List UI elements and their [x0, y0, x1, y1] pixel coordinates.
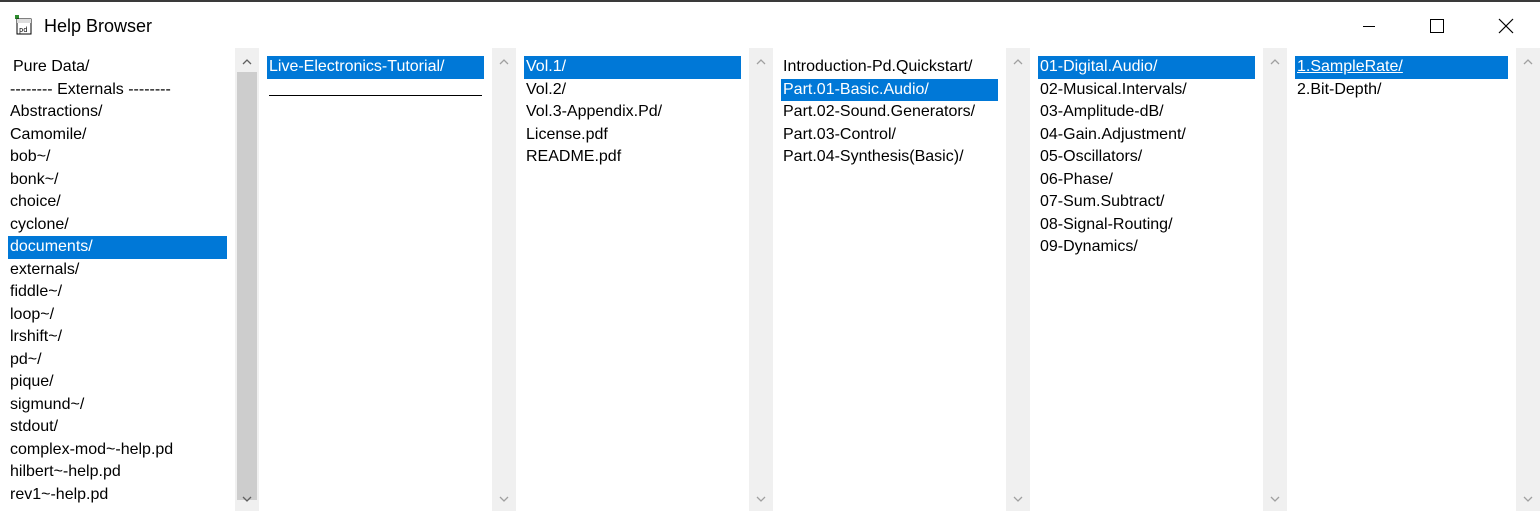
list-item[interactable]: stdout/: [8, 416, 227, 439]
list-item[interactable]: 08-Signal-Routing/: [1038, 214, 1255, 237]
browser-column-3[interactable]: Vol.1/ Vol.2/ Vol.3-Appendix.Pd/ License…: [516, 48, 773, 511]
list-item[interactable]: 03-Amplitude-dB/: [1038, 101, 1255, 124]
list-item[interactable]: Part.04-Synthesis(Basic)/: [781, 146, 998, 169]
list-item[interactable]: hilbert~-help.pd: [8, 461, 227, 484]
scroll-up-button[interactable]: [492, 48, 516, 74]
scroll-down-button[interactable]: [1516, 485, 1540, 511]
chevron-up-icon: [756, 52, 766, 70]
list-item[interactable]: bob~/: [8, 146, 227, 169]
list-item[interactable]: 02-Musical.Intervals/: [1038, 79, 1255, 102]
list-item[interactable]: License.pdf: [524, 124, 741, 147]
browser-column-1[interactable]: Pure Data/ -------- Externals -------- A…: [0, 48, 259, 511]
chevron-down-icon: [1013, 489, 1023, 507]
list-item[interactable]: Introduction-Pd.Quickstart/: [781, 56, 998, 79]
file-list[interactable]: Introduction-Pd.Quickstart/ Part.01-Basi…: [773, 48, 1006, 511]
list-item[interactable]: Part.03-Control/: [781, 124, 998, 147]
chevron-up-icon: [499, 52, 509, 70]
help-browser-window: pd Help Browser Pure Data/ -------- Exte…: [0, 0, 1540, 511]
list-item[interactable]: bonk~/: [8, 169, 227, 192]
list-item[interactable]: 2.Bit-Depth/: [1295, 79, 1508, 102]
vertical-scrollbar[interactable]: [235, 48, 259, 511]
maximize-button[interactable]: [1403, 4, 1471, 48]
title-bar[interactable]: pd Help Browser: [0, 2, 1540, 48]
vertical-scrollbar[interactable]: [1006, 48, 1030, 511]
list-item-selected[interactable]: Live-Electronics-Tutorial/: [267, 56, 484, 79]
list-item[interactable]: Vol.2/: [524, 79, 741, 102]
close-icon: [1498, 18, 1514, 34]
list-item-selected[interactable]: documents/: [8, 236, 227, 259]
list-item[interactable]: loop~/: [8, 304, 227, 327]
vertical-scrollbar[interactable]: [749, 48, 773, 511]
list-item[interactable]: complex-mod~-help.pd: [8, 439, 227, 462]
list-item[interactable]: Part.02-Sound.Generators/: [781, 101, 998, 124]
scroll-down-button[interactable]: [749, 485, 773, 511]
list-item-label: 1.SampleRate/: [1297, 58, 1403, 75]
scroll-up-button[interactable]: [235, 48, 259, 74]
chevron-down-icon: [499, 489, 509, 507]
scroll-down-button[interactable]: [1263, 485, 1287, 511]
list-item[interactable]: 06-Phase/: [1038, 169, 1255, 192]
svg-text:pd: pd: [19, 26, 27, 34]
list-item-selected[interactable]: Vol.1/: [524, 56, 741, 79]
list-item[interactable]: cyclone/: [8, 214, 227, 237]
list-item[interactable]: README.pdf: [524, 146, 741, 169]
list-item-selected[interactable]: 1.SampleRate/: [1295, 56, 1508, 79]
list-item[interactable]: 07-Sum.Subtract/: [1038, 191, 1255, 214]
window-title: Help Browser: [44, 16, 153, 36]
list-item[interactable]: 05-Oscillators/: [1038, 146, 1255, 169]
scroll-up-button[interactable]: [1263, 48, 1287, 74]
scroll-down-button[interactable]: [235, 485, 259, 511]
vertical-scrollbar[interactable]: [1263, 48, 1287, 511]
scroll-down-button[interactable]: [492, 485, 516, 511]
list-item[interactable]: fiddle~/: [8, 281, 227, 304]
file-list[interactable]: 1.SampleRate/ 2.Bit-Depth/: [1287, 48, 1516, 511]
list-item[interactable]: lrshift~/: [8, 326, 227, 349]
vertical-scrollbar[interactable]: [1516, 48, 1540, 511]
chevron-down-icon: [242, 489, 252, 507]
close-button[interactable]: [1472, 4, 1540, 48]
scrollbar-thumb[interactable]: [237, 72, 257, 500]
list-item[interactable]: pique/: [8, 371, 227, 394]
vertical-scrollbar[interactable]: [492, 48, 516, 511]
minimize-button[interactable]: [1335, 4, 1403, 48]
list-item[interactable]: sigmund~/: [8, 394, 227, 417]
browser-column-4[interactable]: Introduction-Pd.Quickstart/ Part.01-Basi…: [773, 48, 1030, 511]
file-list[interactable]: Pure Data/ -------- Externals -------- A…: [0, 48, 235, 511]
list-item[interactable]: Pure Data/: [8, 56, 227, 79]
chevron-down-icon: [1270, 489, 1280, 507]
list-item[interactable]: pd~/: [8, 349, 227, 372]
scroll-down-button[interactable]: [1006, 485, 1030, 511]
chevron-up-icon: [242, 52, 252, 70]
scroll-up-button[interactable]: [749, 48, 773, 74]
list-item-selected[interactable]: Part.01-Basic.Audio/: [781, 78, 998, 101]
file-list[interactable]: 01-Digital.Audio/ 02-Musical.Intervals/ …: [1030, 48, 1263, 511]
browser-column-5[interactable]: 01-Digital.Audio/ 02-Musical.Intervals/ …: [1030, 48, 1287, 511]
pd-app-icon: pd: [14, 14, 34, 36]
list-item[interactable]: externals/: [8, 259, 227, 282]
chevron-up-icon: [1013, 52, 1023, 70]
list-item[interactable]: Vol.3-Appendix.Pd/: [524, 101, 741, 124]
list-item[interactable]: 09-Dynamics/: [1038, 236, 1255, 259]
file-list[interactable]: Live-Electronics-Tutorial/: [259, 48, 492, 511]
chevron-down-icon: [756, 489, 766, 507]
list-item-selected[interactable]: 01-Digital.Audio/: [1038, 56, 1255, 79]
minimize-icon: [1362, 19, 1376, 33]
browser-column-6[interactable]: 1.SampleRate/ 2.Bit-Depth/: [1287, 48, 1540, 511]
chevron-down-icon: [1523, 489, 1533, 507]
file-list[interactable]: Vol.1/ Vol.2/ Vol.3-Appendix.Pd/ License…: [516, 48, 749, 511]
list-item[interactable]: rev1~-help.pd: [8, 484, 227, 507]
divider: [269, 95, 482, 96]
scroll-up-button[interactable]: [1516, 48, 1540, 74]
scroll-up-button[interactable]: [1006, 48, 1030, 74]
list-item[interactable]: 04-Gain.Adjustment/: [1038, 124, 1255, 147]
list-item[interactable]: Camomile/: [8, 124, 227, 147]
chevron-up-icon: [1270, 52, 1280, 70]
browser-column-2[interactable]: Live-Electronics-Tutorial/: [259, 48, 516, 511]
list-item[interactable]: Abstractions/: [8, 101, 227, 124]
maximize-icon: [1430, 19, 1444, 33]
list-item[interactable]: choice/: [8, 191, 227, 214]
chevron-up-icon: [1523, 52, 1533, 70]
list-item-separator: -------- Externals --------: [10, 80, 171, 98]
